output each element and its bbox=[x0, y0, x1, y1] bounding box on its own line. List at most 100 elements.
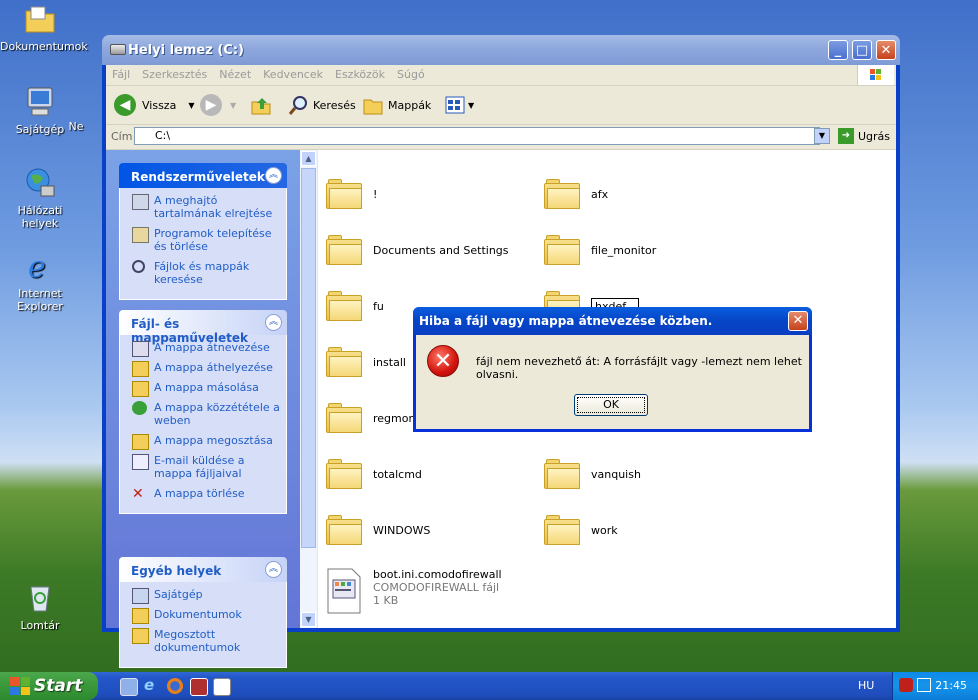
folder-item[interactable]: fu bbox=[326, 291, 384, 321]
folder-item[interactable]: install bbox=[326, 347, 406, 377]
menu-edit[interactable]: Szerkesztés bbox=[136, 65, 213, 81]
window-titlebar[interactable]: Helyi lemez (C:) _ □ ✕ bbox=[102, 35, 900, 65]
other-places-panel: Egyéb helyek ︽ Sajátgép Dokumentumok Meg… bbox=[119, 557, 287, 668]
folder-icon bbox=[544, 235, 580, 265]
file-icon bbox=[327, 568, 361, 614]
folder-item[interactable]: Documents and Settings bbox=[326, 235, 509, 265]
folder-documents-icon bbox=[23, 2, 57, 36]
back-button[interactable]: ◀ Vissza ▼ bbox=[114, 92, 194, 118]
desktop-icon-recycle-bin[interactable]: Lomtár bbox=[0, 581, 80, 632]
folder-item[interactable]: vanquish bbox=[544, 459, 641, 489]
task-hide-drive[interactable]: A meghajtó tartalmának elrejtése bbox=[120, 194, 286, 220]
windows-logo-icon bbox=[857, 65, 894, 85]
collapse-chevron-icon[interactable]: ︽ bbox=[265, 167, 282, 184]
close-button[interactable]: ✕ bbox=[876, 40, 896, 60]
dialog-message: fájl nem nevezhető át: A forrásfájlt vag… bbox=[476, 355, 802, 381]
place-documents[interactable]: Dokumentumok bbox=[120, 608, 286, 624]
dialog-title: Hiba a fájl vagy mappa átnevezése közben… bbox=[419, 314, 713, 328]
hide-contents-icon bbox=[132, 194, 149, 210]
ok-button[interactable]: OK bbox=[574, 394, 648, 416]
start-button[interactable]: Start bbox=[0, 672, 98, 700]
share-icon bbox=[132, 434, 149, 450]
recycle-bin-icon bbox=[23, 581, 57, 615]
folder-item[interactable]: WINDOWS bbox=[326, 515, 430, 545]
system-tasks-title: Rendszerműveletek bbox=[131, 170, 265, 184]
menu-favorites[interactable]: Kedvencek bbox=[257, 65, 329, 81]
forward-button[interactable]: ▶ ▼ bbox=[200, 92, 236, 118]
quicklaunch-desktop-icon[interactable] bbox=[120, 678, 138, 696]
task-delete-folder[interactable]: ✕ A mappa törlése bbox=[120, 487, 286, 501]
task-share-folder[interactable]: A mappa megosztása bbox=[120, 434, 286, 450]
menu-tools[interactable]: Eszközök bbox=[329, 65, 391, 81]
task-copy-folder[interactable]: A mappa másolása bbox=[120, 381, 286, 397]
dialog-close-button[interactable]: ✕ bbox=[788, 311, 808, 331]
system-tasks-header[interactable]: Rendszerműveletek ︽ bbox=[119, 163, 287, 188]
search-label: Keresés bbox=[313, 98, 356, 112]
task-publish-folder[interactable]: A mappa közzététele a weben bbox=[120, 401, 286, 427]
folder-item[interactable]: work bbox=[544, 515, 618, 545]
programs-icon bbox=[132, 227, 149, 243]
scroll-thumb[interactable] bbox=[301, 168, 316, 548]
forward-arrow-icon: ▶ bbox=[200, 94, 222, 116]
file-item[interactable]: boot.ini.comodofirewall COMODOFIREWALL f… bbox=[326, 568, 502, 614]
folder-icon bbox=[326, 179, 362, 209]
folder-item[interactable]: file_monitor bbox=[544, 235, 656, 265]
email-icon bbox=[132, 454, 149, 470]
desktop-icon-partial[interactable]: Ne bbox=[56, 120, 96, 133]
maximize-button[interactable]: □ bbox=[852, 40, 872, 60]
up-folder-button[interactable] bbox=[250, 92, 272, 118]
address-label: Cím bbox=[111, 130, 133, 143]
views-button[interactable]: ▼ bbox=[444, 92, 474, 118]
system-tray: 21:45 bbox=[892, 672, 978, 700]
language-indicator[interactable]: HU bbox=[858, 679, 874, 692]
place-shared-documents[interactable]: Megosztott dokumentumok bbox=[120, 628, 286, 654]
go-button[interactable]: ➜ Ugrás bbox=[838, 128, 890, 144]
quicklaunch-firefox-icon[interactable] bbox=[167, 678, 183, 694]
dialog-titlebar[interactable]: Hiba a fájl vagy mappa átnevezése közben… bbox=[413, 307, 812, 335]
desktop-icon-documents[interactable]: Dokumentumok bbox=[0, 2, 88, 53]
back-arrow-icon: ◀ bbox=[114, 94, 136, 116]
menu-view[interactable]: Nézet bbox=[213, 65, 257, 81]
address-input[interactable]: C:\ bbox=[134, 127, 820, 145]
publish-web-icon bbox=[132, 401, 147, 415]
task-add-remove-programs[interactable]: Programok telepítése és törlése bbox=[120, 227, 286, 253]
folder-icon bbox=[326, 235, 362, 265]
address-dropdown-icon[interactable]: ▼ bbox=[814, 128, 830, 144]
go-arrow-icon: ➜ bbox=[838, 128, 854, 144]
task-move-folder[interactable]: A mappa áthelyezése bbox=[120, 361, 286, 377]
internet-explorer-icon: e bbox=[23, 249, 57, 285]
menu-help[interactable]: Súgó bbox=[391, 65, 431, 81]
folder-item[interactable]: afx bbox=[544, 179, 608, 209]
folder-item[interactable]: totalcmd bbox=[326, 459, 422, 489]
minimize-button[interactable]: _ bbox=[828, 40, 848, 60]
collapse-chevron-icon[interactable]: ︽ bbox=[265, 314, 282, 331]
folders-button[interactable]: Mappák bbox=[362, 92, 431, 118]
toolbar: ◀ Vissza ▼ ▶ ▼ Keresés Mappák ▼ bbox=[106, 86, 896, 125]
scroll-down-icon[interactable]: ▼ bbox=[301, 612, 316, 627]
vertical-scrollbar[interactable]: ▲ ▼ bbox=[300, 150, 318, 628]
file-tasks-panel: Fájl- és mappaműveletek ︽ A mappa átneve… bbox=[119, 310, 287, 514]
quicklaunch-ie-icon[interactable]: e bbox=[144, 678, 160, 694]
quicklaunch-notepad-icon[interactable] bbox=[213, 678, 231, 696]
tray-firewall-icon[interactable] bbox=[899, 678, 913, 692]
task-email-folder[interactable]: E-mail küldése a mappa fájljaival bbox=[120, 454, 286, 480]
back-dropdown-icon[interactable]: ▼ bbox=[188, 101, 194, 110]
up-folder-icon bbox=[251, 98, 271, 115]
scroll-up-icon[interactable]: ▲ bbox=[301, 151, 316, 166]
search-icon bbox=[132, 260, 145, 273]
task-search-files[interactable]: Fájlok és mappák keresése bbox=[120, 260, 286, 286]
desktop-icon-network[interactable]: Hálózati helyek bbox=[0, 166, 80, 230]
folder-item[interactable]: regmoni bbox=[326, 403, 419, 433]
task-rename-folder[interactable]: A mappa átnevezése bbox=[120, 341, 286, 357]
clock: 21:45 bbox=[935, 679, 967, 692]
desktop-icon-ie[interactable]: e Internet Explorer bbox=[0, 249, 80, 313]
folder-item[interactable]: ! bbox=[326, 179, 377, 209]
search-button[interactable]: Keresés bbox=[288, 92, 356, 118]
menu-file[interactable]: Fájl bbox=[106, 65, 136, 81]
other-places-header[interactable]: Egyéb helyek ︽ bbox=[119, 557, 287, 582]
place-my-computer[interactable]: Sajátgép bbox=[120, 588, 286, 604]
tray-network-icon[interactable] bbox=[917, 678, 931, 692]
collapse-chevron-icon[interactable]: ︽ bbox=[265, 561, 282, 578]
file-tasks-header[interactable]: Fájl- és mappaműveletek ︽ bbox=[119, 310, 287, 345]
quicklaunch-disk-icon[interactable] bbox=[190, 678, 208, 696]
